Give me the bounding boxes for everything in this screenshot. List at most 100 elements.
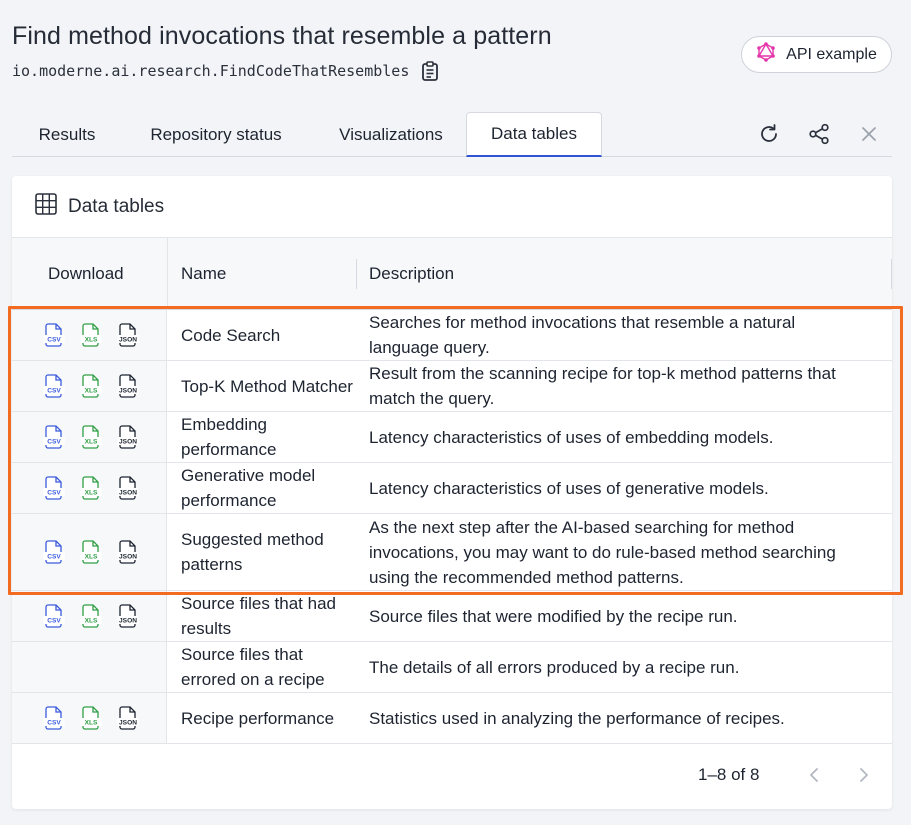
row-description: The details of all errors produced by a … xyxy=(369,657,740,677)
previous-page-icon[interactable] xyxy=(802,763,826,787)
tab-visualizations-label: Visualizations xyxy=(339,124,443,144)
csv-download-icon[interactable]: CSV xyxy=(43,425,65,449)
json-download-icon[interactable]: JSON xyxy=(117,425,139,449)
xls-download-icon[interactable]: XLS xyxy=(80,323,102,347)
tab-repository-status[interactable]: Repository status xyxy=(130,112,302,157)
row-name: Embedding performance xyxy=(181,415,277,459)
csv-download-icon[interactable]: CSV xyxy=(43,323,65,347)
row-description: Statistics used in analyzing the perform… xyxy=(369,708,785,728)
json-download-icon[interactable]: JSON xyxy=(117,476,139,500)
csv-download-icon[interactable]: CSV xyxy=(43,706,65,730)
svg-text:JSON: JSON xyxy=(119,618,137,625)
refresh-icon[interactable] xyxy=(757,122,781,146)
share-icon[interactable] xyxy=(807,122,831,146)
table-row: CSV XLS JSON Code Search Searches for me… xyxy=(12,310,892,361)
tab-data-tables-label: Data tables xyxy=(491,124,577,143)
tab-repository-status-label: Repository status xyxy=(150,124,282,144)
svg-text:CSV: CSV xyxy=(47,720,61,727)
row-name: Recipe performance xyxy=(181,708,335,728)
json-download-icon[interactable]: JSON xyxy=(117,323,139,347)
row-description: As the next step after the AI-based sear… xyxy=(369,517,836,587)
row-name: Source files that errored on a recipe xyxy=(181,645,325,689)
xls-download-icon[interactable]: XLS xyxy=(80,706,102,730)
svg-text:CSV: CSV xyxy=(47,337,61,344)
download-cell: CSV XLS JSON xyxy=(12,463,167,513)
xls-download-icon[interactable]: XLS xyxy=(80,540,102,564)
close-icon[interactable] xyxy=(857,122,881,146)
tab-visualizations[interactable]: Visualizations xyxy=(317,112,465,157)
svg-text:CSV: CSV xyxy=(47,388,61,395)
row-name: Source files that had results xyxy=(181,594,336,638)
row-name: Top-K Method Matcher xyxy=(181,376,353,396)
csv-download-icon[interactable]: CSV xyxy=(43,540,65,564)
svg-text:XLS: XLS xyxy=(85,554,98,561)
api-example-label: API example xyxy=(786,45,877,63)
svg-text:XLS: XLS xyxy=(85,388,98,395)
column-header-name[interactable]: Name xyxy=(181,238,226,310)
svg-text:CSV: CSV xyxy=(47,554,61,561)
json-download-icon[interactable]: JSON xyxy=(117,374,139,398)
xls-download-icon[interactable]: XLS xyxy=(80,604,102,628)
csv-download-icon[interactable]: CSV xyxy=(43,604,65,628)
csv-download-icon[interactable]: CSV xyxy=(43,374,65,398)
download-cell: CSV XLS JSON xyxy=(12,361,167,411)
svg-text:JSON: JSON xyxy=(119,554,137,561)
api-example-button[interactable]: API example xyxy=(741,36,892,73)
row-name: Generative model performance xyxy=(181,466,316,510)
row-name: Code Search xyxy=(181,325,281,345)
table-row: CSV XLS JSON Generative model performanc… xyxy=(12,463,892,514)
download-cell xyxy=(12,642,167,692)
table-row: CSV XLS JSON Suggested method patterns A… xyxy=(12,514,892,591)
row-name: Suggested method patterns xyxy=(181,530,324,574)
download-cell: CSV XLS JSON xyxy=(12,514,167,590)
download-cell: CSV XLS JSON xyxy=(12,693,167,743)
tab-data-tables[interactable]: Data tables xyxy=(466,112,602,157)
svg-text:JSON: JSON xyxy=(119,720,137,727)
row-description: Source files that were modified by the r… xyxy=(369,606,738,626)
card-header: Data tables xyxy=(12,176,892,238)
tab-results-label: Results xyxy=(38,124,96,144)
row-description: Result from the scanning recipe for top-… xyxy=(369,364,836,408)
download-cell: CSV XLS JSON xyxy=(12,310,167,360)
download-cell: CSV XLS JSON xyxy=(12,591,167,641)
json-download-icon[interactable]: JSON xyxy=(117,604,139,628)
svg-text:XLS: XLS xyxy=(85,618,98,625)
graphql-icon xyxy=(756,42,776,67)
data-tables-card: Data tables Download Name Description CS… xyxy=(12,176,892,809)
svg-text:JSON: JSON xyxy=(119,439,137,446)
column-header-download: Download xyxy=(48,264,124,283)
tab-bar: Results Repository status Visualizations… xyxy=(12,112,892,157)
svg-text:JSON: JSON xyxy=(119,388,137,395)
table-row: CSV XLS JSON Embedding performance Laten… xyxy=(12,412,892,463)
row-description: Latency characteristics of uses of embed… xyxy=(369,427,774,447)
svg-text:JSON: JSON xyxy=(119,337,137,344)
xls-download-icon[interactable]: XLS xyxy=(80,425,102,449)
table-row: CSV XLS JSON Source files that had resul… xyxy=(12,591,892,642)
svg-text:CSV: CSV xyxy=(47,439,61,446)
pagination-range: 1–8 of 8 xyxy=(698,765,760,784)
xls-download-icon[interactable]: XLS xyxy=(80,374,102,398)
next-page-icon[interactable] xyxy=(852,763,876,787)
table-footer: 1–8 of 8 xyxy=(12,743,892,809)
table-header: Download Name Description xyxy=(12,238,892,310)
json-download-icon[interactable]: JSON xyxy=(117,540,139,564)
column-header-description[interactable]: Description xyxy=(369,238,454,310)
download-cell: CSV XLS JSON xyxy=(12,412,167,462)
page-title: Find method invocations that resemble a … xyxy=(12,22,552,50)
svg-text:XLS: XLS xyxy=(85,720,98,727)
csv-download-icon[interactable]: CSV xyxy=(43,476,65,500)
table-grid-icon xyxy=(34,192,58,222)
svg-text:CSV: CSV xyxy=(47,490,61,497)
table-row: Source files that errored on a recipe Th… xyxy=(12,642,892,693)
svg-text:XLS: XLS xyxy=(85,490,98,497)
card-title: Data tables xyxy=(68,195,165,217)
recipe-id: io.moderne.ai.research.FindCodeThatResem… xyxy=(12,61,439,81)
svg-text:JSON: JSON xyxy=(119,490,137,497)
json-download-icon[interactable]: JSON xyxy=(117,706,139,730)
svg-text:CSV: CSV xyxy=(47,618,61,625)
xls-download-icon[interactable]: XLS xyxy=(80,476,102,500)
tab-results[interactable]: Results xyxy=(22,112,112,157)
row-description: Latency characteristics of uses of gener… xyxy=(369,478,769,498)
data-table: Download Name Description CSV XLS JSON C… xyxy=(12,238,892,744)
clipboard-icon[interactable] xyxy=(421,61,439,81)
